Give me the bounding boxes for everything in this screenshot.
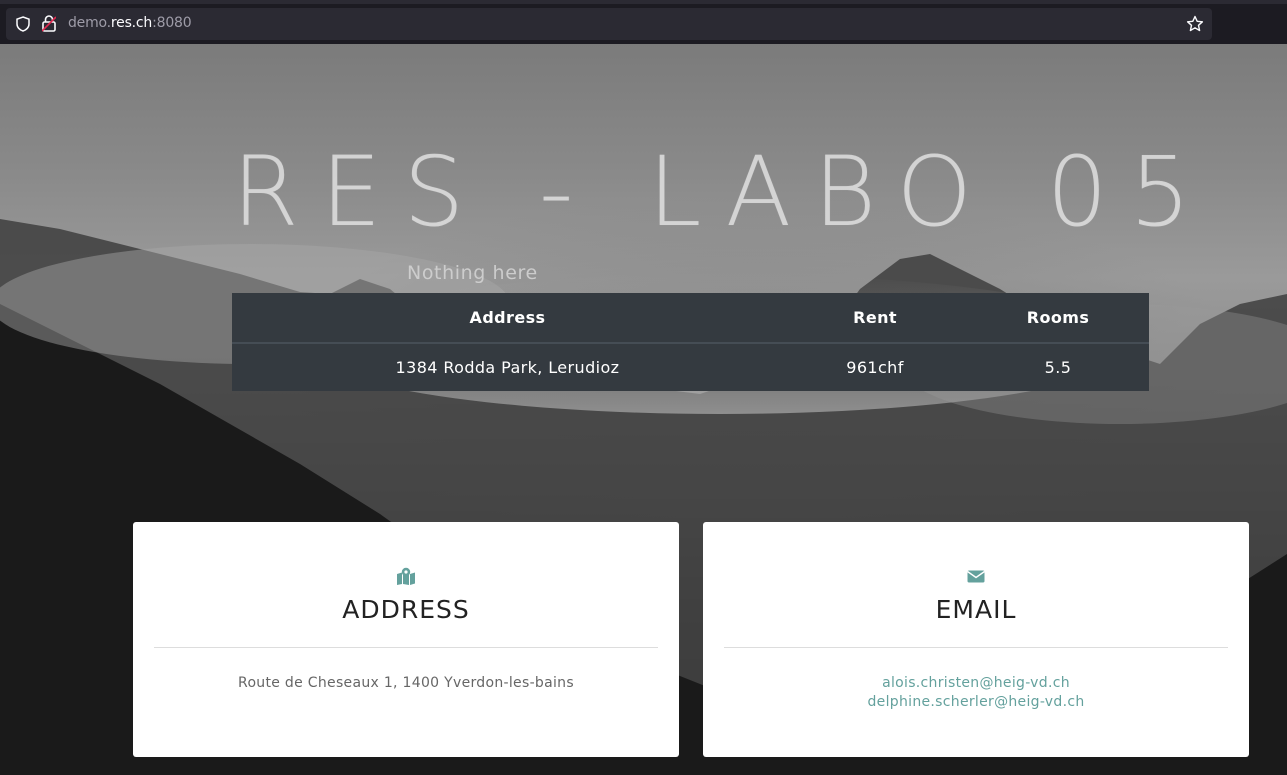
address-card-title: ADDRESS [342, 595, 470, 624]
address-text: Route de Cheseaux 1, 1400 Yverdon-les-ba… [238, 675, 574, 691]
page-content: RES - LABO 05 Nothing here Address Rent … [0, 44, 1287, 775]
column-header-address: Address [232, 293, 783, 344]
address-card: ADDRESS Route de Cheseaux 1, 1400 Yverdo… [133, 522, 679, 757]
envelope-icon [967, 570, 985, 583]
map-marked-icon [397, 567, 415, 585]
email-card-title: EMAIL [935, 595, 1017, 624]
cell-rooms: 5.5 [1044, 358, 1072, 377]
email-card: EMAIL alois.christen@heig-vd.ch delphine… [703, 522, 1249, 757]
shield-icon[interactable] [15, 16, 31, 32]
cell-address: 1384 Rodda Park, Lerudioz [395, 358, 620, 377]
table-row: 1384 Rodda Park, Lerudioz 961chf 5.5 [232, 343, 1149, 391]
listing-table: Address Rent Rooms 1384 Rodda Park, Leru… [232, 293, 1149, 391]
lock-insecure-icon[interactable] [42, 15, 56, 32]
divider [154, 647, 658, 648]
browser-toolbar: demo.res.ch:8080 [0, 0, 1287, 44]
bookmark-star-icon[interactable] [1186, 15, 1204, 33]
url-text[interactable]: demo.res.ch:8080 [68, 15, 192, 31]
column-header-rent: Rent [783, 293, 967, 344]
hero-title: RES - LABO 05 [232, 136, 1213, 248]
url-bar[interactable]: demo.res.ch:8080 [6, 8, 1212, 40]
email-link[interactable]: alois.christen@heig-vd.ch [703, 674, 1249, 693]
divider [724, 647, 1228, 648]
cell-rent: 961chf [846, 358, 904, 377]
email-list: alois.christen@heig-vd.ch delphine.scher… [703, 674, 1249, 712]
table-header-row: Address Rent Rooms [232, 293, 1149, 344]
email-link[interactable]: delphine.scherler@heig-vd.ch [703, 693, 1249, 712]
column-header-rooms: Rooms [967, 293, 1149, 344]
hero-subtitle: Nothing here [407, 262, 538, 284]
